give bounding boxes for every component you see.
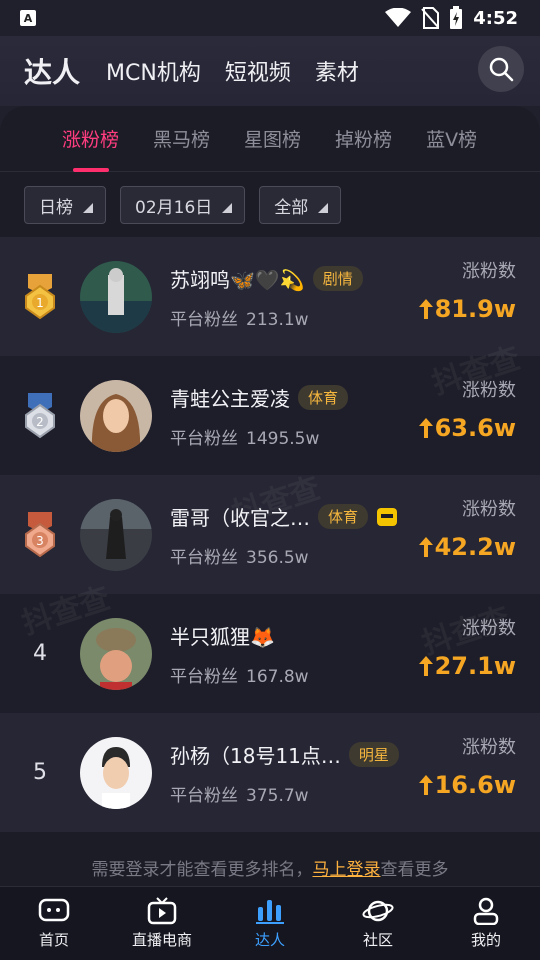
tab-fans-gain[interactable]: 涨粉榜 [62, 106, 119, 172]
gain-value: 63.6w [418, 414, 516, 442]
bronze-medal-icon: 3 [25, 511, 55, 557]
creator-name[interactable]: 青蛙公主爱凌 [170, 383, 290, 412]
list-item[interactable]: 1 苏翊鸣🦋🖤💫 剧情 平台粉丝 213.1w 涨粉数 81.9w [0, 237, 540, 356]
arrow-up-icon [418, 537, 433, 557]
ranking-list: 1 苏翊鸣🦋🖤💫 剧情 平台粉丝 213.1w 涨粉数 81.9w 2 青蛙公主… [0, 237, 540, 832]
list-item[interactable]: 2 青蛙公主爱凌 体育 平台粉丝 1495.5w 涨粉数 63.6w [0, 356, 540, 475]
svg-text:3: 3 [36, 534, 44, 548]
no-sim-icon [421, 7, 440, 29]
gain-label: 涨粉数 [462, 737, 516, 758]
avatar[interactable] [80, 379, 152, 452]
category-tag: 体育 [318, 503, 369, 529]
status-time: 4:52 [473, 7, 518, 29]
avatar[interactable] [80, 617, 152, 690]
store-badge-icon [377, 508, 398, 526]
creator-name[interactable]: 孙杨（18号11点… [170, 740, 341, 769]
gold-medal-icon: 1 [25, 273, 55, 319]
dropdown-triangle-icon [222, 203, 233, 213]
list-item[interactable]: 5 孙杨（18号11点… 明星 平台粉丝 375.7w 涨粉数 16.6w [0, 713, 540, 832]
creator-name[interactable]: 半只狐狸🦊 [170, 621, 275, 650]
search-icon [489, 57, 514, 82]
category-filter[interactable]: 全部 [259, 186, 342, 224]
login-link[interactable]: 马上登录 [313, 860, 381, 880]
rank-number: 5 [33, 760, 47, 785]
date-filter-label: 02月16日 [135, 197, 213, 218]
tv-play-icon [147, 897, 177, 925]
search-button[interactable] [478, 46, 524, 92]
nav-home[interactable]: 首页 [0, 887, 108, 960]
list-item[interactable]: 4 半只狐狸🦊 平台粉丝 167.8w 涨粉数 27.1w [0, 594, 540, 713]
filter-bar: 日榜 02月16日 全部 [0, 172, 540, 238]
bar-chart-icon [256, 900, 284, 924]
status-bar: A 4:52 [0, 0, 540, 36]
dropdown-triangle-icon [83, 203, 93, 213]
arrow-up-icon [418, 299, 433, 319]
rank-tabs: 涨粉榜 黑马榜 星图榜 掉粉榜 蓝V榜 [0, 106, 540, 172]
category-tag: 体育 [298, 384, 349, 410]
creator-name[interactable]: 雷哥（收官之… [170, 502, 310, 531]
tab-fans-loss[interactable]: 掉粉榜 [335, 106, 392, 172]
creator-name[interactable]: 苏翊鸣🦋🖤💫 [170, 264, 305, 293]
arrow-up-icon [418, 418, 433, 438]
top-header: 达人 MCN机构 短视频 素材 [0, 36, 540, 106]
nav-daren[interactable]: 达人 [216, 887, 324, 960]
silver-medal-icon: 2 [25, 392, 55, 438]
arrow-up-icon [418, 775, 433, 795]
svg-text:1: 1 [36, 296, 44, 310]
tab-blue-v[interactable]: 蓝V榜 [426, 106, 477, 172]
content-panel: 涨粉榜 黑马榜 星图榜 掉粉榜 蓝V榜 日榜 02月16日 全部 1 苏翊鸣🦋🖤… [0, 106, 540, 886]
avatar[interactable] [80, 736, 152, 809]
arrow-up-icon [418, 656, 433, 676]
header-tab-mcn[interactable]: MCN机构 [106, 55, 201, 87]
dropdown-triangle-icon [318, 203, 329, 213]
person-icon [473, 897, 499, 925]
nav-community[interactable]: 社区 [324, 887, 432, 960]
header-tab-short-video[interactable]: 短视频 [225, 55, 291, 87]
battery-charging-icon [450, 6, 463, 29]
avatar[interactable] [80, 260, 152, 333]
gain-value: 27.1w [418, 652, 516, 680]
header-tab-daren[interactable]: 达人 [24, 51, 80, 91]
bottom-nav: 首页 直播电商 达人 社区 我的 [0, 886, 540, 960]
gain-label: 涨粉数 [462, 261, 516, 282]
nav-live-commerce[interactable]: 直播电商 [108, 887, 216, 960]
category-filter-label: 全部 [274, 197, 309, 218]
avatar[interactable] [80, 498, 152, 571]
gain-value: 16.6w [418, 771, 516, 799]
list-item[interactable]: 3 雷哥（收官之… 体育 平台粉丝 356.5w 涨粉数 42.2w [0, 475, 540, 594]
category-tag: 剧情 [312, 265, 363, 291]
gain-value: 81.9w [418, 295, 516, 323]
period-filter-label: 日榜 [39, 197, 73, 218]
gain-label: 涨粉数 [462, 380, 516, 401]
planet-icon [362, 900, 394, 922]
date-filter[interactable]: 02月16日 [120, 186, 246, 224]
tab-dark-horse[interactable]: 黑马榜 [153, 106, 210, 172]
tab-xingtu[interactable]: 星图榜 [244, 106, 301, 172]
gain-label: 涨粉数 [462, 618, 516, 639]
app-notification-icon: A [20, 10, 36, 26]
nav-me[interactable]: 我的 [432, 887, 540, 960]
login-hint: 需要登录才能查看更多排名，马上登录查看更多 [91, 860, 449, 880]
header-tab-material[interactable]: 素材 [315, 55, 359, 87]
gain-label: 涨粉数 [462, 499, 516, 520]
home-chat-icon [38, 898, 70, 922]
rank-number: 4 [33, 641, 47, 666]
wifi-icon [385, 8, 412, 27]
period-filter[interactable]: 日榜 [24, 186, 106, 224]
gain-value: 42.2w [418, 533, 516, 561]
category-tag: 明星 [348, 741, 399, 767]
svg-text:2: 2 [36, 415, 44, 429]
